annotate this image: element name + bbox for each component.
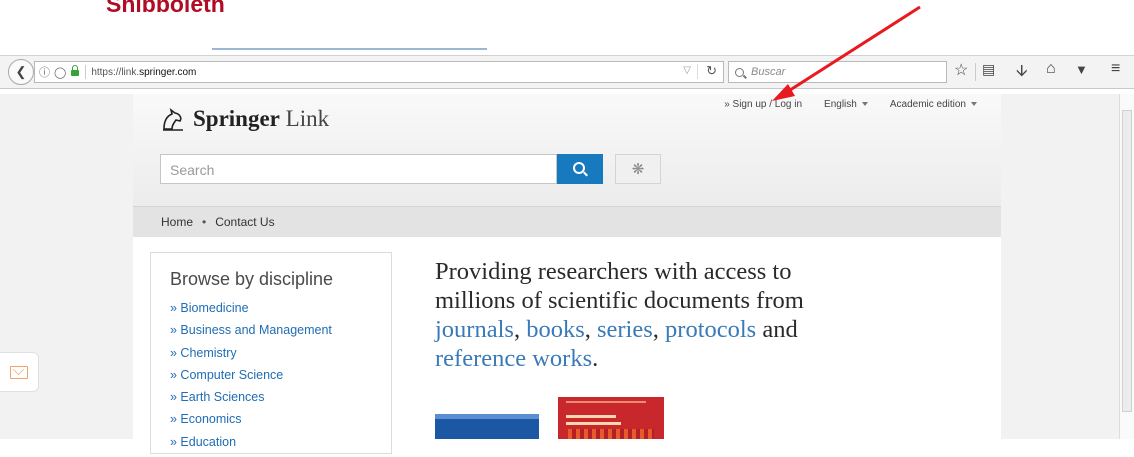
header-links: » Sign up / Log in English Academic edit… — [724, 99, 977, 110]
browse-title: Browse by discipline — [170, 269, 334, 289]
search-button[interactable] — [557, 154, 603, 184]
site-header: Springer Link » Sign up / Log in English… — [133, 94, 1001, 206]
annotation-label: Shibboleth — [106, 0, 225, 17]
gear-icon: ❋ — [631, 161, 645, 178]
discipline-link[interactable]: » Earth Sciences — [170, 390, 332, 412]
page-scrollbar[interactable] — [1119, 94, 1134, 439]
feedback-tab[interactable] — [0, 352, 39, 392]
search-icon — [573, 162, 585, 174]
discipline-link[interactable]: » Education — [170, 435, 332, 457]
promo-line: millions of scientific documents from — [435, 287, 804, 314]
promo-line: reference works. — [435, 344, 905, 373]
dropdown-icon[interactable]: ▽ — [683, 65, 691, 76]
discipline-link[interactable]: » Biomedicine — [170, 301, 332, 323]
settings-button[interactable]: ❋ — [615, 154, 661, 184]
nav-bar: Home • Contact Us — [133, 206, 1001, 237]
chevron-down-icon — [971, 102, 977, 106]
pocket-icon[interactable]: ▼ — [1075, 62, 1088, 77]
url-text[interactable]: https://link.springer.com — [91, 67, 196, 78]
promo-period: . — [592, 345, 599, 372]
search-input[interactable]: Search — [160, 154, 557, 184]
sign-in-link[interactable]: » Sign up / Log in — [724, 99, 802, 110]
series-link[interactable]: series — [597, 316, 653, 343]
promo-line: Providing researchers with access to — [435, 258, 792, 285]
promo-line: journals, books, series, protocols and — [435, 315, 905, 344]
discipline-link[interactable]: » Economics — [170, 412, 332, 434]
nav-separator: • — [202, 215, 207, 229]
toolbar-divider — [975, 63, 976, 81]
reload-icon[interactable]: ↻ — [706, 63, 717, 79]
browser-search-input[interactable]: Buscar — [728, 61, 947, 83]
discipline-link[interactable]: » Chemistry — [170, 346, 332, 368]
promo-separator: , — [513, 316, 527, 343]
browser-toolbar: ❮ ⓘ ◯ https://link.springer.com ▽ ↻ Busc… — [0, 55, 1134, 89]
url-divider — [697, 64, 698, 79]
reference-works-link[interactable]: reference works — [435, 345, 592, 372]
url-divider — [85, 65, 87, 79]
discipline-list: » Biomedicine » Business and Management … — [170, 301, 332, 457]
nav-contact-link[interactable]: Contact Us — [215, 215, 274, 229]
journals-link[interactable]: journals — [435, 316, 514, 343]
springer-logo[interactable]: Springer Link — [160, 106, 329, 132]
page-viewport: Springer Link » Sign up / Log in English… — [0, 94, 1134, 454]
active-tab-indicator — [212, 48, 487, 50]
lock-icon[interactable] — [71, 65, 80, 76]
book-cover[interactable] — [435, 414, 539, 439]
envelope-icon — [10, 365, 28, 379]
language-selector[interactable]: English — [824, 99, 868, 110]
books-link[interactable]: books — [526, 316, 585, 343]
promo-word: and — [756, 316, 798, 343]
shield-icon[interactable]: ◯ — [54, 66, 66, 79]
browse-panel: Browse by discipline » Biomedicine » Bus… — [150, 252, 392, 454]
logo-wordmark: Springer Link — [193, 106, 330, 131]
reading-list-icon[interactable]: ▤ — [982, 61, 995, 78]
book-cover[interactable] — [558, 397, 664, 439]
home-icon[interactable]: ⌂ — [1046, 60, 1056, 78]
discipline-link[interactable]: » Computer Science — [170, 368, 332, 390]
springer-horse-icon — [163, 108, 183, 131]
nav-home-link[interactable]: Home — [161, 215, 193, 229]
promo-headline: Providing researchers with access to mil… — [435, 257, 905, 373]
discipline-link[interactable]: » Business and Management — [170, 323, 332, 345]
star-icon[interactable]: ☆ — [954, 60, 968, 80]
menu-icon[interactable]: ≡ — [1111, 60, 1120, 78]
url-bar[interactable]: ⓘ ◯ https://link.springer.com ▽ ↻ — [34, 61, 724, 83]
download-icon[interactable]: 🡫 — [1016, 60, 1028, 87]
scrollbar-thumb[interactable] — [1122, 110, 1132, 412]
chevron-down-icon — [861, 102, 868, 106]
main-container: Springer Link » Sign up / Log in English… — [133, 94, 1001, 454]
edition-selector[interactable]: Academic edition — [890, 99, 977, 110]
browser-chrome: ❮ ⓘ ◯ https://link.springer.com ▽ ↻ Busc… — [0, 48, 1134, 94]
browser-search-placeholder: Buscar — [751, 66, 786, 78]
promo-separator: , — [652, 316, 666, 343]
info-icon[interactable]: ⓘ — [39, 64, 50, 80]
back-icon[interactable]: ❮ — [8, 59, 34, 85]
search-icon — [735, 67, 744, 77]
promo-separator: , — [584, 316, 597, 343]
protocols-link[interactable]: protocols — [665, 316, 756, 343]
